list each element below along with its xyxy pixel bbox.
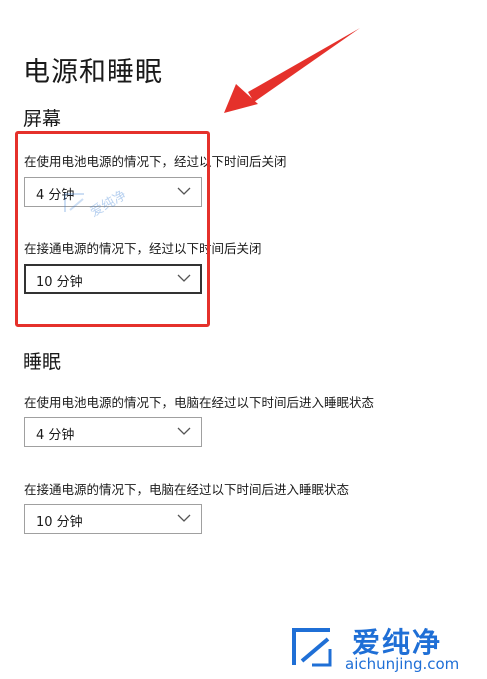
brand-logo-icon [292,628,332,667]
brand-url: aichunjing.com [345,655,460,673]
annotation-arrow-icon [224,28,360,113]
watermark-logo-icon [64,193,84,212]
